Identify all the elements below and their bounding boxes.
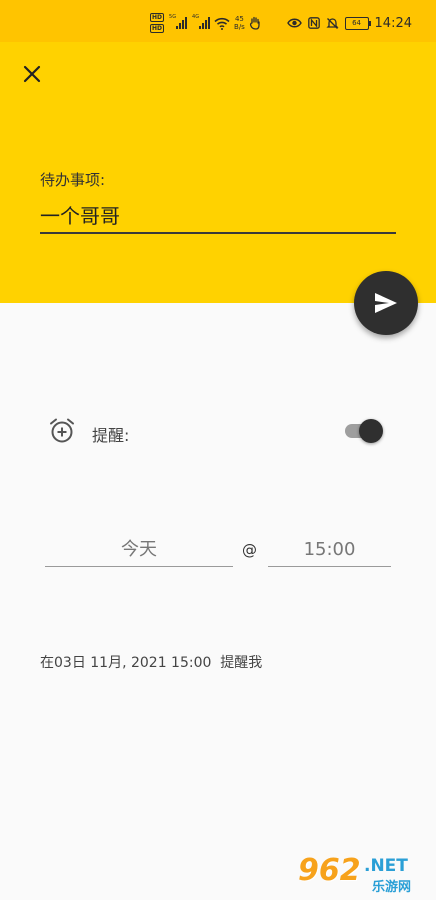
hd-indicators: HD HD [150, 13, 165, 33]
alarm-add-icon [50, 418, 74, 443]
speed-unit: B/s [234, 23, 245, 31]
status-bar: HD HD 5G 4G 45 B/s 64 14:24 [0, 0, 436, 42]
close-button[interactable] [16, 58, 48, 90]
close-icon [23, 65, 41, 83]
network-speed: 45 B/s [234, 15, 245, 31]
status-left-group: HD HD 5G 4G 45 B/s [150, 12, 261, 34]
site-watermark-logo: 962 .NET 乐游网 [298, 854, 430, 896]
status-time: 14:24 [374, 15, 412, 31]
watermark-suffix: .NET [364, 856, 408, 876]
time-picker-field[interactable]: 15:00 [268, 534, 391, 567]
todo-input[interactable] [40, 196, 396, 232]
reminder-summary: 在03日 11月, 2021 15:00 提醒我 [40, 655, 263, 671]
date-picker-field[interactable]: 今天 [45, 534, 233, 567]
hd-badge-1: HD [150, 13, 165, 22]
send-icon [375, 293, 397, 313]
network-4g-label: 4G [192, 14, 200, 20]
reminder-label: 提醒: [92, 426, 130, 445]
battery-icon: 64 [344, 16, 371, 30]
at-symbol: @ [242, 541, 257, 559]
signal-4g-icon: 4G [192, 14, 211, 29]
hand-icon [249, 16, 260, 30]
send-button[interactable] [354, 271, 418, 335]
todo-input-underline [40, 196, 396, 234]
mute-bell-icon [325, 17, 339, 29]
task-header: 待办事项: [0, 42, 436, 303]
network-5g-label: 5G [169, 14, 177, 20]
signal-5g-icon: 5G [169, 14, 188, 29]
wifi-icon [214, 17, 230, 30]
reminder-toggle[interactable] [343, 419, 385, 443]
toggle-thumb [359, 419, 383, 443]
watermark-chinese: 乐游网 [372, 880, 412, 895]
eye-icon [286, 18, 302, 28]
watermark-number: 962 [298, 853, 361, 888]
nfc-icon [307, 17, 320, 29]
hd-badge-2: HD [150, 24, 165, 33]
status-right-group: 64 14:24 [286, 12, 412, 34]
speed-value: 45 [234, 15, 244, 23]
todo-label: 待办事项: [40, 171, 106, 189]
